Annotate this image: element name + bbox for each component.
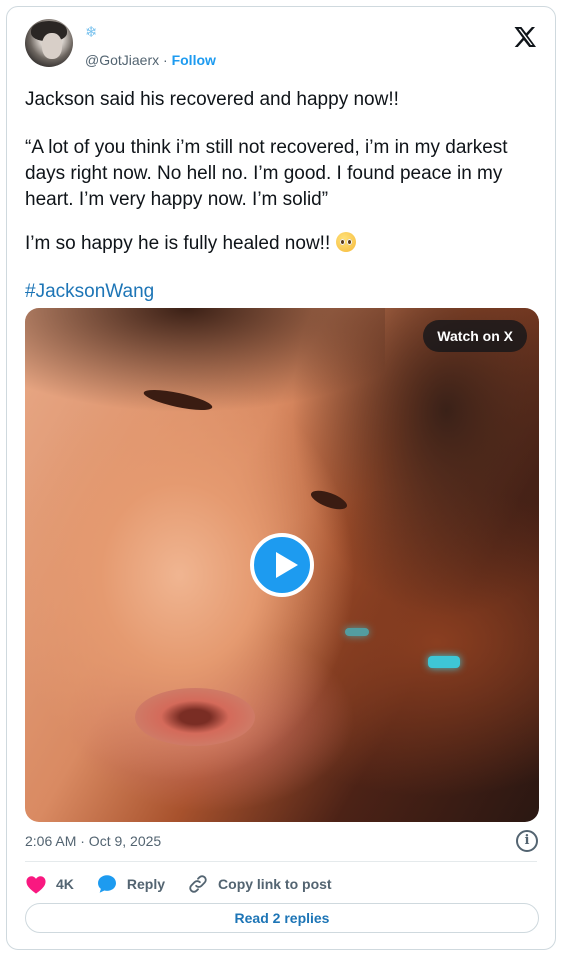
heart-icon [26,876,46,894]
video-frame-lips [135,688,255,746]
video-player[interactable]: Watch on X [25,308,539,822]
like-count: 4K [56,876,74,892]
tweet-line3-text: I’m so happy he is fully healed now!! [25,233,331,254]
action-bar: 4K Reply Copy link to post [25,869,354,899]
play-icon[interactable] [250,533,314,597]
link-icon [189,875,207,893]
read-replies-button[interactable]: Read 2 replies [25,903,539,933]
copy-link-label: Copy link to post [218,876,332,892]
video-frame-light [428,656,460,668]
like-button[interactable]: 4K [25,874,74,894]
tweet-card: ❄ @GotJiaerx · Follow Jackson said his r… [6,6,556,950]
video-frame-hair [25,308,385,438]
reply-label: Reply [126,876,166,892]
avatar[interactable] [25,19,73,67]
watch-on-x-button[interactable]: Watch on X [423,320,527,352]
x-logo-icon[interactable] [513,25,537,49]
follow-button[interactable]: Follow [172,52,216,68]
user-handle[interactable]: @GotJiaerx [85,52,159,68]
snowflake-icon: ❄ [85,24,98,41]
video-frame-eye [308,486,350,514]
tweet-text-line1: Jackson said his recovered and happy now… [25,89,399,110]
tweet-quote: “A lot of you think i’m still not recove… [25,137,508,210]
reply-bubble-icon [97,875,116,893]
tweet-timestamp[interactable]: 2:06 AM · Oct 9, 2025 [25,833,161,849]
divider [25,861,537,862]
avatar-face [42,33,62,59]
info-icon[interactable]: i [516,830,538,852]
pleading-face-icon [335,232,356,252]
user-handle-row: @GotJiaerx · Follow [85,52,216,68]
copy-link-button[interactable]: Copy link to post [187,873,332,895]
video-frame-light [345,628,369,636]
reply-button[interactable]: Reply [96,873,165,895]
hashtag-link[interactable]: #JacksonWang [25,279,545,305]
separator-dot: · [163,52,168,68]
tweet-text-line3: I’m so happy he is fully healed now!! [25,231,545,257]
